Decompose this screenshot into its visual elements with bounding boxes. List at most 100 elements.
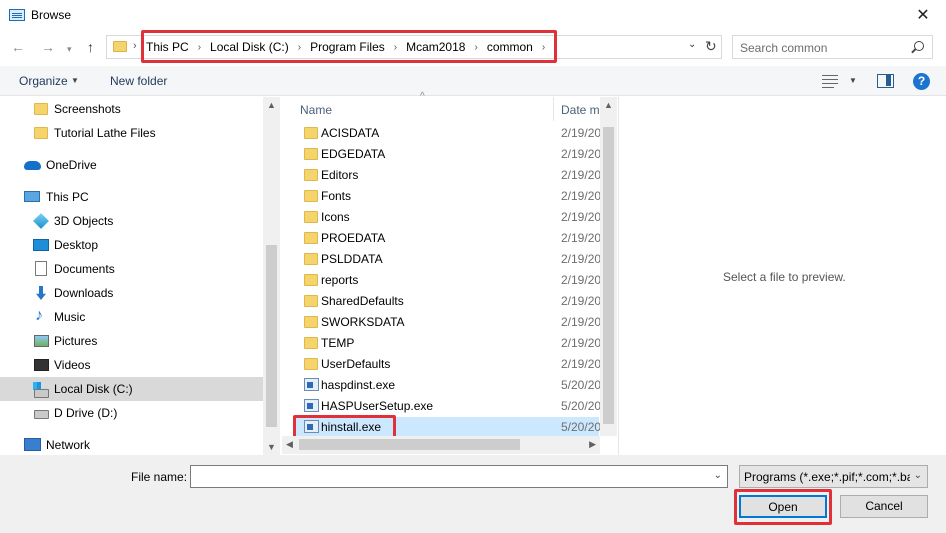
scrollbar-thumb[interactable] [603,127,614,424]
file-name: HASPUserSetup.exe [321,399,434,413]
preview-pane-icon[interactable] [877,74,894,88]
scrollbar-thumb[interactable] [266,245,277,427]
folder-icon [113,41,127,52]
title-bar: Browse ✕ [0,0,946,31]
3d-objects-icon [33,213,49,229]
file-row[interactable]: TEMP 2/19/20 [296,333,602,354]
file-row[interactable]: Icons 2/19/20 [296,207,601,228]
file-row[interactable]: HASPUserSetup.exe 5/20/20 [296,396,601,417]
chevron-down-icon[interactable]: ⌄ [914,470,922,481]
organize-button[interactable]: Organize [19,74,68,88]
folder-icon [304,190,318,202]
column-header-date[interactable]: Date m [561,103,600,117]
computer-icon [24,191,40,202]
forward-button[interactable]: → [41,39,55,55]
cancel-button[interactable]: Cancel [840,495,928,518]
folder-icon [304,337,318,349]
command-bar: Organize ▼ New folder ▼ ? [0,66,946,96]
scroll-left-arrow-icon[interactable]: ◀ [286,439,293,450]
sidebar-item-label: Network [46,438,91,452]
folder-icon [34,103,48,115]
address-annotation-highlight [141,30,557,63]
folder-icon [304,148,318,160]
sidebar-item-music[interactable]: ♪ Music [0,305,263,329]
sidebar-item-label: Screenshots [54,102,121,116]
column-divider[interactable] [553,97,554,121]
window-title: Browse [31,8,72,22]
new-folder-button[interactable]: New folder [110,74,167,88]
sidebar-item-d-drive[interactable]: D Drive (D:) [0,401,263,425]
sidebar-item-videos[interactable]: Videos [0,353,263,377]
file-date: 5/20/20 [561,420,602,434]
sidebar-item-desktop[interactable]: Desktop [0,233,263,257]
downloads-icon [36,286,46,300]
scrollbar-thumb[interactable] [299,439,520,450]
search-icon[interactable] [914,41,924,51]
file-list: ^ Name Date m ACISDATA 2/19/20 EDGEDATA … [282,91,618,455]
desktop-icon [33,239,49,251]
network-icon [24,438,41,451]
file-date: 2/19/20 [561,315,602,329]
file-type-select[interactable]: Programs (*.exe;*.pif;*.com;*.ba ⌄ [739,465,928,488]
sidebar-item-3d-objects[interactable]: 3D Objects [0,209,263,233]
navigation-pane-scrollbar[interactable]: ▲ ▼ [263,97,280,455]
chevron-down-icon[interactable]: ▼ [849,76,857,85]
search-placeholder: Search common [740,41,828,55]
recent-locations-button[interactable]: ▾ [67,41,72,57]
up-button[interactable]: ↑ [87,39,94,55]
sidebar-item-network[interactable]: Network [0,433,263,455]
chevron-down-icon[interactable]: ▼ [71,76,79,85]
sidebar-item-label: OneDrive [46,158,97,172]
breadcrumb-root-chevron[interactable]: › [133,40,137,52]
scroll-right-arrow-icon[interactable]: ▶ [589,439,596,450]
sidebar-item-onedrive[interactable]: OneDrive [0,153,263,177]
folder-icon [304,316,318,328]
file-row[interactable]: Fonts 2/19/20 [296,186,601,207]
scroll-up-arrow-icon[interactable]: ▲ [604,100,613,110]
sidebar-item-screenshots[interactable]: Screenshots [0,97,263,121]
folder-icon [304,211,318,223]
file-list-horizontal-scrollbar[interactable]: ◀ ▶ [282,436,600,454]
pictures-icon [34,335,49,347]
file-name: haspdinst.exe [321,378,396,392]
file-row[interactable]: SWORKSDATA 2/19/20 [296,312,602,333]
file-date: 2/19/20 [561,336,602,350]
search-input[interactable]: Search common [732,35,933,59]
folder-icon [304,127,318,139]
sidebar-item-tutorial-lathe-files[interactable]: Tutorial Lathe Files [0,121,263,145]
chevron-down-icon[interactable]: ⌄ [714,470,722,481]
scroll-up-arrow-icon[interactable]: ▲ [267,100,276,110]
file-name-field[interactable]: ⌄ [190,465,728,488]
file-type-value: Programs (*.exe;*.pif;*.com;*.ba [744,470,910,484]
scroll-down-arrow-icon[interactable]: ▼ [267,442,276,452]
sidebar-item-this-pc[interactable]: This PC [0,185,263,209]
folder-icon [304,274,318,286]
navigation-pane: Screenshots Tutorial Lathe Files OneDriv… [0,97,263,455]
column-header-name[interactable]: Name [300,103,332,117]
sidebar-item-local-disk-c[interactable]: Local Disk (C:) [0,377,263,401]
sidebar-item-pictures[interactable]: Pictures [0,329,263,353]
file-list-vertical-scrollbar[interactable]: ▲ [600,97,617,436]
file-row[interactable]: SharedDefaults 2/19/20 [296,291,601,312]
sidebar-item-documents[interactable]: Documents [0,257,263,281]
file-row[interactable]: reports 2/19/20 [296,270,601,291]
file-row[interactable]: Editors 2/19/20 [296,165,601,186]
view-options-icon[interactable] [822,74,838,88]
sidebar-item-label: 3D Objects [54,214,114,228]
file-row[interactable]: ACISDATA 2/19/20 [296,123,602,144]
refresh-button[interactable]: ↻ [705,38,717,55]
folder-icon [34,127,48,139]
file-row[interactable]: PSLDDATA 2/19/20 [296,249,601,270]
file-name: reports [321,273,359,287]
file-row[interactable]: haspdinst.exe 5/20/20 [296,375,601,396]
back-button[interactable]: ← [11,39,25,55]
sidebar-item-downloads[interactable]: Downloads [0,281,263,305]
file-date: 2/19/20 [561,126,602,140]
file-row[interactable]: PROEDATA 2/19/20 [296,228,601,249]
help-icon[interactable]: ? [913,73,930,90]
address-dropdown-button[interactable]: ⌄ [688,39,696,50]
file-row[interactable]: EDGEDATA 2/19/20 [296,144,601,165]
close-button[interactable]: ✕ [900,0,946,31]
file-row[interactable]: UserDefaults 2/19/20 [296,354,601,375]
file-name: Fonts [321,189,352,203]
